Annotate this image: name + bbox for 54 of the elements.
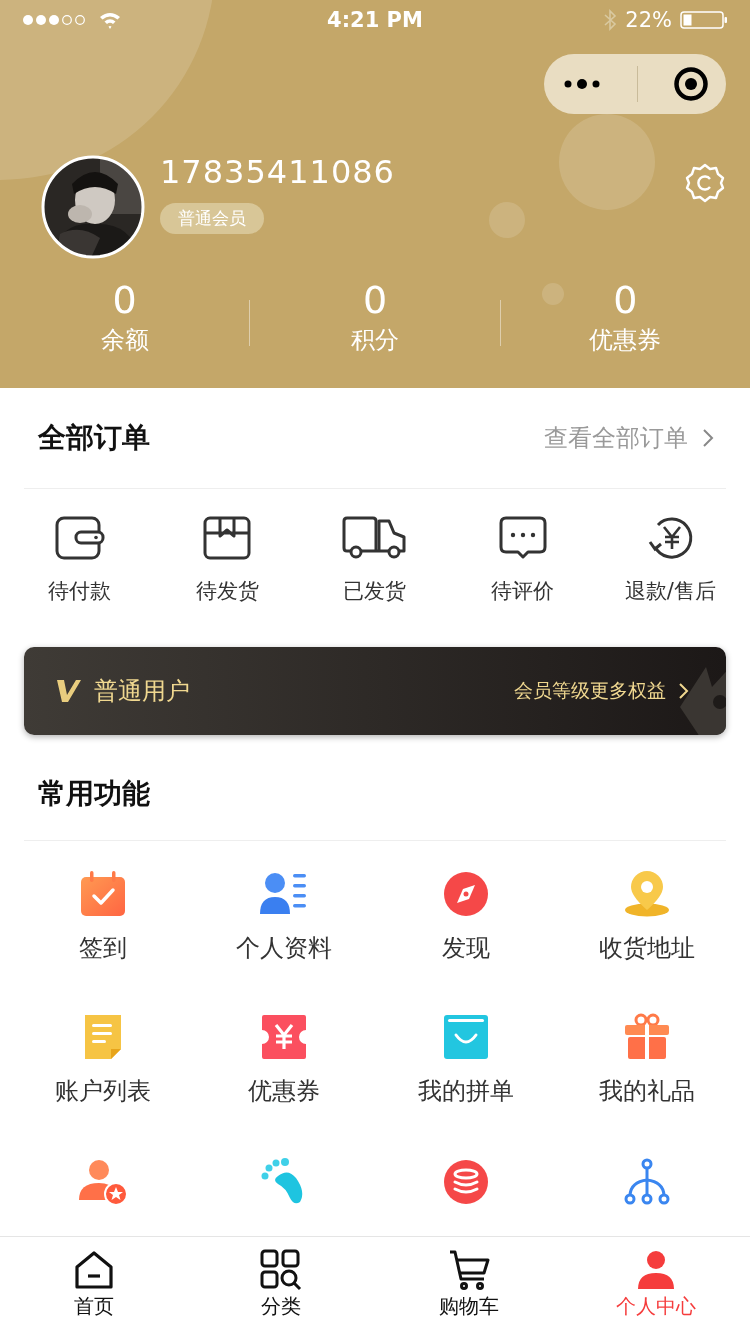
battery-icon (680, 10, 728, 30)
gift-icon[interactable] (623, 1012, 672, 1061)
function-label[interactable]: 个人资料 (236, 931, 333, 964)
shopping-bag-icon[interactable] (441, 1012, 490, 1061)
tab-item[interactable]: 首页 (0, 1237, 188, 1334)
vip-level: 普通用户 (94, 676, 191, 707)
vip-banner[interactable]: 普通用户 会员等级更多权益 (24, 647, 726, 735)
coin-stack-icon[interactable] (441, 1157, 490, 1206)
v-logo-icon (56, 679, 82, 703)
settings-icon[interactable] (684, 162, 726, 204)
refund-icon[interactable] (646, 515, 695, 561)
function-label[interactable]: 收货地址 (599, 931, 696, 964)
category-search-icon (260, 1249, 303, 1291)
order-status-label[interactable]: 已发货 (343, 577, 407, 605)
network-tree-icon[interactable] (623, 1157, 672, 1206)
stat-value: 0 (613, 278, 638, 322)
home-icon (72, 1249, 115, 1291)
calendar-icon[interactable] (78, 869, 127, 918)
bluetooth-icon (603, 8, 618, 32)
cart-icon (447, 1249, 490, 1291)
chat-icon[interactable] (497, 515, 548, 561)
wifi-icon (98, 11, 122, 29)
function-label[interactable]: 签到 (78, 931, 127, 964)
location-pin-icon[interactable] (623, 869, 672, 918)
order-status-label[interactable]: 待发货 (195, 577, 259, 605)
order-status-label[interactable]: 待评价 (491, 577, 555, 605)
box-icon[interactable] (202, 515, 253, 561)
member-level-tag: 普通会员 (160, 202, 264, 234)
phone-number: 17835411086 (160, 152, 395, 191)
chevron-icon (702, 428, 714, 448)
function-label[interactable]: 优惠券 (248, 1074, 321, 1107)
tab-item[interactable]: 个人中心 (562, 1237, 750, 1334)
wallet-icon[interactable] (53, 515, 106, 561)
compass-icon[interactable] (441, 869, 490, 918)
tab-item[interactable]: 分类 (187, 1237, 375, 1334)
status-time: 4:21 PM (327, 8, 423, 32)
truck-icon[interactable] (341, 515, 409, 561)
function-label[interactable]: 我的拼单 (417, 1074, 514, 1107)
section-title: 全部订单 (38, 420, 151, 456)
battery-percent: 22% (625, 8, 672, 32)
vip-benefits-link[interactable]: 会员等级更多权益 (514, 678, 666, 704)
tab-item[interactable]: 购物车 (375, 1237, 563, 1334)
close-icon[interactable] (672, 66, 709, 102)
stat-value: 0 (112, 278, 137, 322)
order-status-label[interactable]: 退款/售后 (624, 577, 716, 605)
person-star-icon[interactable] (78, 1157, 127, 1206)
function-label[interactable]: 发现 (441, 931, 490, 964)
function-label[interactable]: 我的礼品 (599, 1074, 696, 1107)
section-title: 常用功能 (38, 775, 151, 812)
stat-value: 0 (362, 278, 388, 322)
order-status-label[interactable]: 待付款 (48, 577, 112, 605)
coupon-icon[interactable] (260, 1012, 309, 1061)
chevron-icon (678, 681, 690, 701)
function-label[interactable]: 账户列表 (54, 1074, 151, 1107)
